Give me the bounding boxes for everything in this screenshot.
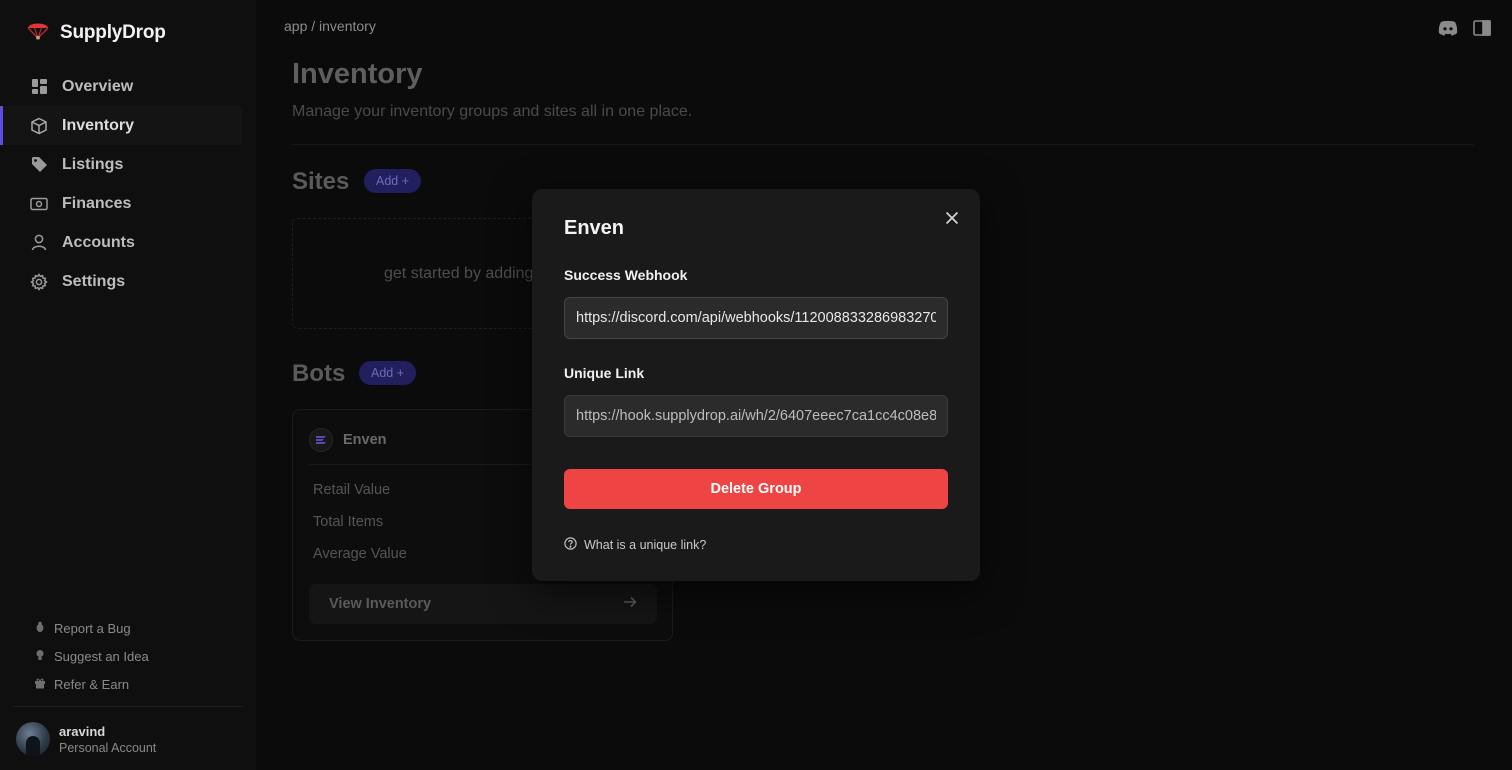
bots-section-title: Bots bbox=[292, 360, 346, 387]
page-title: Inventory bbox=[292, 58, 423, 90]
page-divider bbox=[292, 144, 1474, 145]
sidebar-nav: Overview Inventory Listings Finances Acc… bbox=[0, 67, 256, 301]
page-subtitle: Manage your inventory groups and sites a… bbox=[292, 103, 693, 120]
discord-icon[interactable] bbox=[1438, 18, 1458, 38]
sidebar-item-label: Accounts bbox=[62, 233, 135, 251]
parachute-logo-icon bbox=[26, 18, 50, 47]
gear-icon bbox=[30, 272, 48, 291]
retail-value-label: Retail Value bbox=[313, 482, 391, 498]
box-icon bbox=[30, 117, 48, 135]
user-account-switcher[interactable]: aravind Personal Account bbox=[16, 722, 156, 756]
avatar bbox=[16, 722, 50, 756]
lightbulb-icon bbox=[34, 649, 46, 664]
brand-name: SupplyDrop bbox=[60, 21, 166, 43]
sidebar-item-overview[interactable]: Overview bbox=[0, 67, 256, 106]
sidebar-toggle-icon[interactable] bbox=[1472, 18, 1492, 38]
sidebar-item-listings[interactable]: Listings bbox=[0, 145, 256, 184]
sidebar-item-settings[interactable]: Settings bbox=[0, 262, 256, 301]
sidebar-item-inventory[interactable]: Inventory bbox=[0, 106, 242, 145]
footer-link-label: Suggest an Idea bbox=[54, 648, 149, 664]
question-circle-icon bbox=[564, 537, 577, 553]
sidebar-item-finances[interactable]: Finances bbox=[0, 184, 256, 223]
sidebar-item-label: Listings bbox=[62, 155, 124, 173]
sidebar-item-label: Inventory bbox=[62, 116, 135, 134]
unique-link-input[interactable] bbox=[564, 395, 948, 437]
bot-name: Enven bbox=[343, 432, 387, 448]
unique-link-label: Unique Link bbox=[564, 365, 645, 381]
arrow-right-icon bbox=[623, 596, 637, 612]
footer-link-label: Refer & Earn bbox=[54, 676, 130, 692]
total-items-label: Total Items bbox=[313, 514, 384, 530]
success-webhook-label: Success Webhook bbox=[564, 267, 688, 283]
user-name: aravind bbox=[59, 723, 106, 739]
cash-icon bbox=[30, 195, 48, 213]
sidebar-item-label: Finances bbox=[62, 194, 132, 212]
delete-group-button[interactable]: Delete Group bbox=[564, 469, 948, 509]
grid-icon bbox=[30, 78, 48, 96]
bug-icon bbox=[34, 621, 46, 636]
sidebar-divider bbox=[12, 706, 244, 707]
enven-logo-icon bbox=[309, 428, 333, 452]
user-account-type: Personal Account bbox=[59, 740, 157, 755]
sidebar: SupplyDrop Overview Inventory Listings F… bbox=[0, 0, 256, 770]
add-site-button[interactable]: Add + bbox=[364, 169, 422, 193]
sidebar-item-label: Settings bbox=[62, 272, 126, 290]
breadcrumb: app / inventory bbox=[284, 18, 376, 34]
gift-icon bbox=[34, 677, 46, 692]
sites-section-title: Sites bbox=[292, 168, 350, 195]
footer-link-label: Report a Bug bbox=[54, 620, 131, 636]
add-bot-button[interactable]: Add + bbox=[359, 361, 417, 385]
refer-earn-link[interactable]: Refer & Earn bbox=[34, 670, 149, 698]
close-icon[interactable] bbox=[942, 208, 962, 228]
suggest-idea-link[interactable]: Suggest an Idea bbox=[34, 642, 149, 670]
sidebar-footer-links: Report a Bug Suggest an Idea Refer & Ear… bbox=[34, 614, 149, 698]
top-right-actions bbox=[1438, 18, 1492, 38]
view-inventory-button[interactable]: View Inventory bbox=[309, 584, 657, 624]
bot-card-header: Enven bbox=[309, 428, 387, 452]
report-bug-link[interactable]: Report a Bug bbox=[34, 614, 149, 642]
sidebar-item-accounts[interactable]: Accounts bbox=[0, 223, 256, 262]
unique-link-help-text: What is a unique link? bbox=[584, 538, 707, 552]
modal-title: Enven bbox=[564, 217, 625, 239]
sites-empty-text: get started by adding bbox=[384, 265, 534, 282]
brand[interactable]: SupplyDrop bbox=[26, 18, 166, 47]
edit-group-modal: Enven Success Webhook Unique Link Delete… bbox=[532, 189, 980, 581]
average-value-label: Average Value bbox=[313, 546, 407, 562]
tag-icon bbox=[30, 156, 48, 174]
sidebar-item-label: Overview bbox=[62, 77, 134, 95]
view-inventory-label: View Inventory bbox=[329, 596, 432, 612]
unique-link-help[interactable]: What is a unique link? bbox=[564, 537, 706, 553]
user-icon bbox=[30, 234, 48, 252]
success-webhook-input[interactable] bbox=[564, 297, 948, 339]
